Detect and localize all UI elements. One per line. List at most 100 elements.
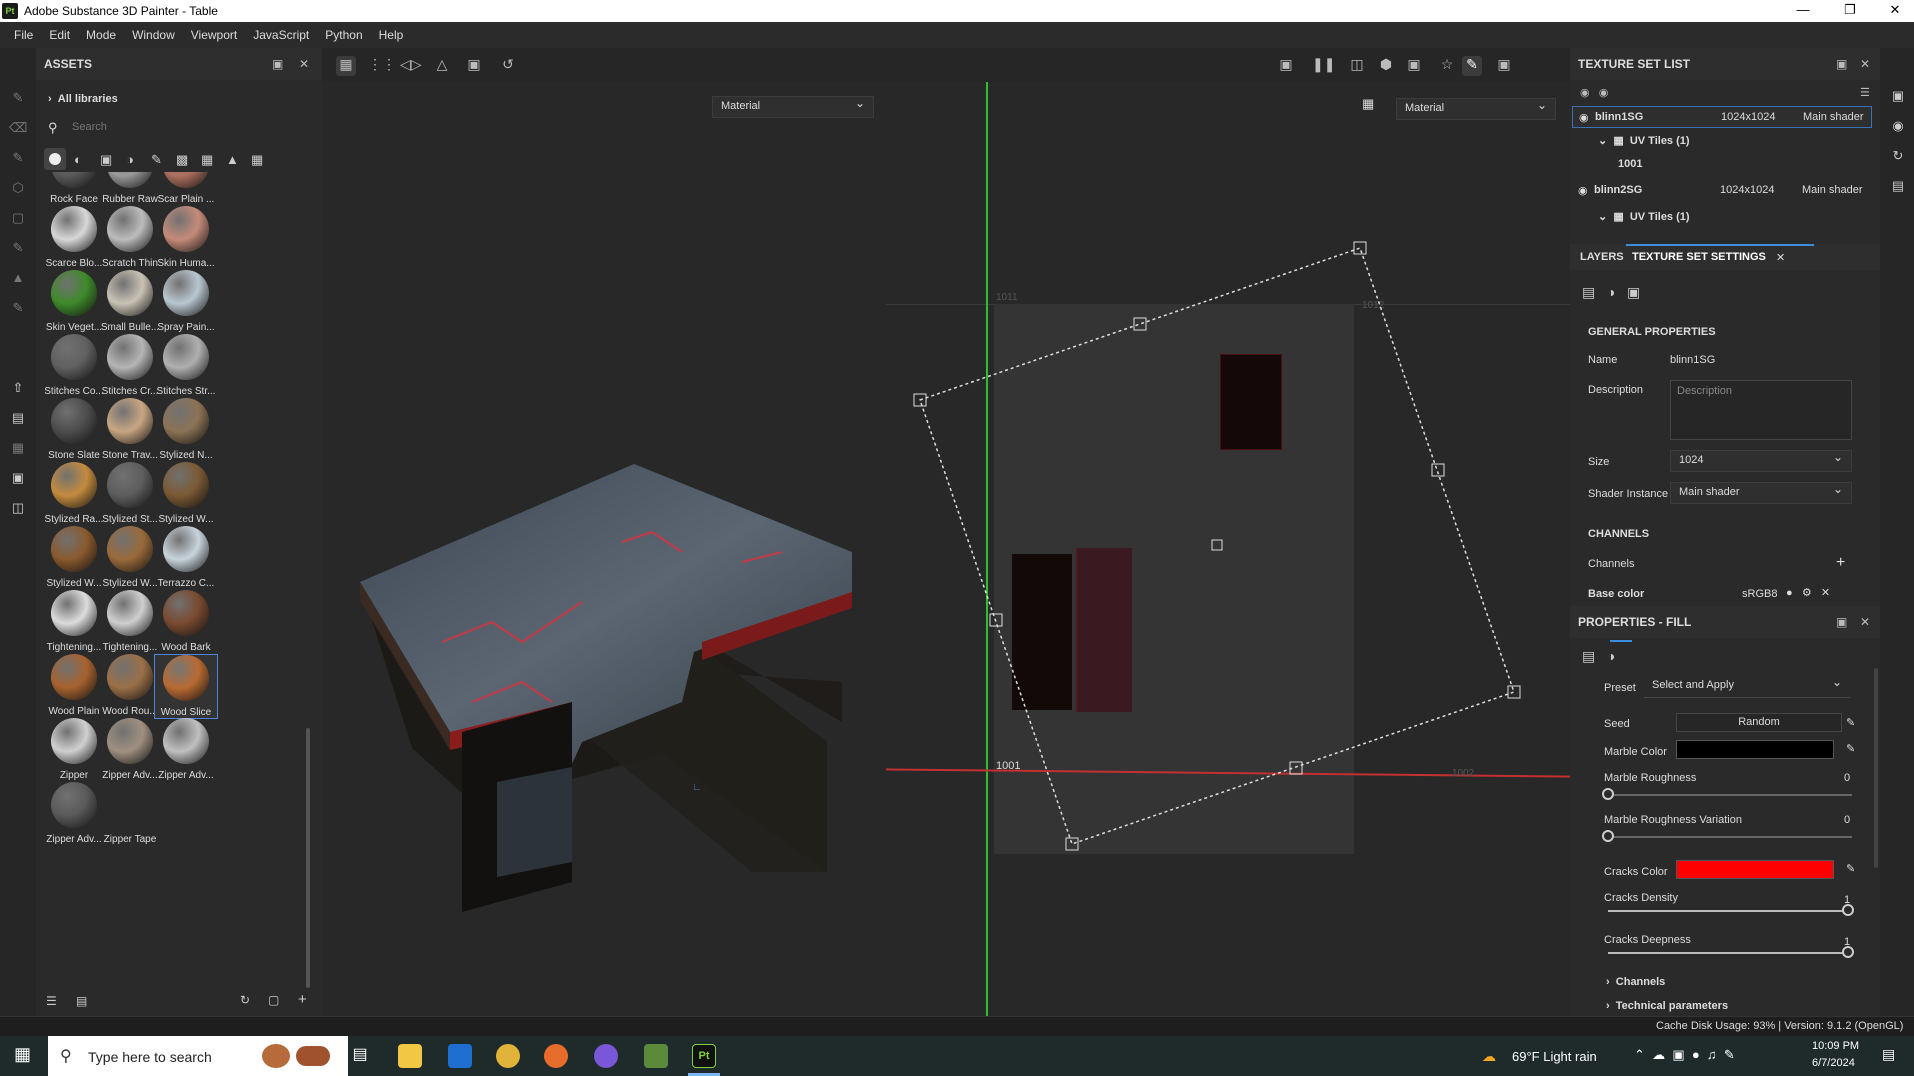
procedurals-filter-icon[interactable]: ▩	[176, 152, 188, 168]
tab-layers[interactable]: LAYERS	[1580, 251, 1624, 263]
mail-icon[interactable]	[448, 1044, 472, 1068]
base-color-format[interactable]: sRGB8	[1742, 588, 1777, 600]
file-explorer-icon[interactable]	[398, 1044, 422, 1068]
asset-thumbnail[interactable]: Wood Plain	[42, 654, 106, 717]
asset-thumbnail[interactable]: Terrazzo C...	[154, 526, 218, 589]
viewport-uv-mode-select[interactable]: Material	[1396, 98, 1556, 120]
all-filter-icon[interactable]: ▦	[251, 152, 263, 168]
task-view-icon[interactable]: ▤	[348, 1044, 372, 1068]
geometry-mask-icon[interactable]: ⬡	[9, 180, 27, 198]
menu-javascript[interactable]: JavaScript	[253, 28, 309, 42]
asset-thumbnail[interactable]: Small Bulle...	[98, 270, 162, 333]
menu-window[interactable]: Window	[132, 28, 175, 42]
marble-roughness-variation-slider[interactable]	[1608, 836, 1852, 838]
asset-thumbnail[interactable]: Stylized St...	[98, 462, 162, 525]
brush-mode-icon[interactable]: ✎	[1462, 56, 1482, 76]
marble-roughness-value[interactable]: 0	[1844, 772, 1850, 784]
tile-grid-icon[interactable]: ⋮⋮	[368, 56, 396, 76]
iray-icon[interactable]: ☆	[1437, 56, 1457, 76]
cracks-color-swatch[interactable]	[1676, 860, 1834, 879]
cracks-density-handle[interactable]	[1842, 904, 1854, 916]
import-icon[interactable]: ▢	[268, 993, 279, 1007]
clock-date[interactable]: 6/7/2024	[1812, 1057, 1855, 1069]
environments-filter-icon[interactable]: ▲	[226, 152, 239, 167]
asset-thumbnail[interactable]: Stone Slate	[42, 398, 106, 461]
asset-thumbnail[interactable]: Spray Pain...	[154, 270, 218, 333]
close-icon[interactable]: ✕	[1880, 2, 1910, 18]
menu-python[interactable]: Python	[325, 28, 362, 42]
tile-layout-icon[interactable]: ▦	[1362, 96, 1374, 112]
uv-transform-gizmo[interactable]	[886, 82, 1570, 1016]
cracks-deepness-slider[interactable]	[1608, 952, 1852, 954]
stamp-icon[interactable]: ▲	[9, 270, 27, 288]
menu-edit[interactable]: Edit	[49, 28, 70, 42]
tab-texture-set-settings[interactable]: TEXTURE SET SETTINGS	[1632, 251, 1766, 263]
description-field[interactable]: Description	[1670, 380, 1852, 440]
brushes-filter-icon[interactable]: ✎	[151, 152, 162, 168]
add-channel-icon[interactable]: +	[1836, 554, 1845, 572]
asset-search[interactable]: ⚲	[48, 120, 310, 142]
viewport-uv[interactable]: 1001 1011 1012 1002 ▦ Material	[886, 82, 1570, 1016]
asset-thumbnail[interactable]: Wood Rou...	[98, 654, 162, 717]
asset-thumbnail[interactable]: Rock Face	[42, 172, 106, 205]
technical-parameters-section[interactable]: › Technical parameters	[1606, 1000, 1728, 1012]
asset-thumbnail[interactable]: Tightening...	[42, 590, 106, 653]
uv-tile-item[interactable]: 1001	[1618, 158, 1642, 170]
menu-help[interactable]: Help	[379, 28, 404, 42]
log-icon[interactable]: ▤	[1889, 178, 1907, 196]
symmetry-y-icon[interactable]: △	[432, 56, 452, 76]
discord-icon[interactable]	[594, 1044, 618, 1068]
preset-select[interactable]: Select and Apply	[1644, 675, 1850, 698]
asset-thumbnail[interactable]: Stylized N...	[154, 398, 218, 461]
pause-icon[interactable]: ❚❚	[1312, 56, 1335, 76]
asset-thumbnail[interactable]: Wood Bark	[154, 590, 218, 653]
eye-icon[interactable]: ◉	[1578, 184, 1588, 197]
windows-start-icon[interactable]: ▦	[14, 1044, 38, 1068]
asset-thumbnail[interactable]: Stitches Cr...	[98, 334, 162, 397]
export-icon[interactable]: ⇧	[9, 380, 27, 398]
marble-roughness-handle[interactable]	[1602, 788, 1614, 800]
tray-icons[interactable]: ⌃ ☁ ▣ ● ♫ ✎	[1634, 1047, 1735, 1063]
environment-icon[interactable]: ◉	[1889, 118, 1907, 136]
name-value[interactable]: blinn1SG	[1670, 354, 1715, 366]
substance-painter-icon[interactable]: Pt	[692, 1044, 716, 1068]
channels-section[interactable]: › Channels	[1606, 976, 1665, 988]
fit-view-icon[interactable]: ▣	[464, 56, 484, 76]
asset-thumbnail[interactable]: Scratch Thin	[98, 206, 162, 269]
menu-viewport[interactable]: Viewport	[191, 28, 237, 42]
split-view-icon[interactable]: ◫	[1347, 56, 1367, 76]
clone-icon[interactable]: ✎	[9, 240, 27, 258]
asset-thumbnail[interactable]: Tightening...	[98, 590, 162, 653]
asset-thumbnail[interactable]: Stylized W...	[42, 526, 106, 589]
asset-thumbnail[interactable]: Skin Veget...	[42, 270, 106, 333]
masks-filter-icon[interactable]: ▣	[100, 152, 112, 168]
history-icon[interactable]: ↻	[1889, 148, 1907, 166]
menu-file[interactable]: File	[14, 28, 33, 42]
float-panel-icon[interactable]: ▣	[1836, 57, 1847, 71]
refresh-icon[interactable]: ↻	[240, 993, 250, 1007]
close-panel-icon[interactable]: ✕	[1860, 57, 1870, 71]
smudge-icon[interactable]: ▢	[9, 210, 27, 228]
taskbar-search[interactable]: ⚲ Type here to search	[48, 1036, 348, 1076]
asset-thumbnail[interactable]: Skin Huma...	[154, 206, 218, 269]
visibility-toggle-icon[interactable]: ◉ ◉	[1580, 86, 1608, 99]
restore-icon[interactable]: ❐	[1835, 2, 1865, 18]
close-tab-icon[interactable]: ✕	[1776, 251, 1785, 264]
asset-thumbnail[interactable]: Stylized Ra...	[42, 462, 106, 525]
edit-seed-icon[interactable]: ✎	[1846, 716, 1855, 729]
cube-view-icon[interactable]: ⬢	[1376, 56, 1396, 76]
asset-thumbnail[interactable]: Stitches Co...	[42, 334, 106, 397]
float-panel-icon[interactable]: ▣	[1836, 615, 1847, 629]
smart-masks-filter-icon[interactable]: ◑	[126, 152, 134, 167]
channel-options-icon[interactable]: ● ⚙ ✕	[1786, 586, 1830, 599]
bake-icon[interactable]: ▤	[9, 410, 27, 428]
picker-icon[interactable]: ✎	[9, 300, 27, 318]
textures-filter-icon[interactable]: ▦	[201, 152, 213, 168]
float-panel-icon[interactable]: ▣	[272, 57, 283, 71]
eyedropper-icon[interactable]: ✎	[1846, 862, 1855, 875]
eye-icon[interactable]: ◉	[1579, 111, 1589, 124]
paint-brush-icon[interactable]: ✎	[9, 90, 27, 108]
properties-scrollbar[interactable]	[1874, 668, 1878, 868]
asset-thumbnail[interactable]: Stone Trav...	[98, 398, 162, 461]
viewport-3d[interactable]: Material ∟	[322, 82, 886, 1016]
